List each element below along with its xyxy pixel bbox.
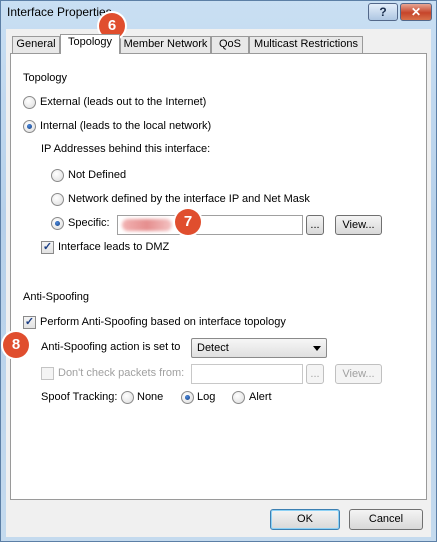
anti-spoofing-heading: Anti-Spoofing [23,291,90,303]
close-button[interactable]: ✕ [400,3,432,21]
tracking-log-label[interactable]: Log [197,391,215,403]
specific-network-field[interactable] [117,215,303,235]
dmz-checkbox[interactable]: ✓ [41,241,54,254]
not-defined-radio[interactable] [51,169,64,182]
window-title: Interface Properties [7,5,112,19]
tracking-alert-radio[interactable] [232,391,245,404]
tracking-log-radio[interactable] [181,391,194,404]
specific-radio[interactable] [51,217,64,230]
specific-label[interactable]: Specific: [68,217,110,229]
topology-tab-panel: Topology External (leads out to the Inte… [10,53,427,500]
tracking-alert-label[interactable]: Alert [249,391,272,403]
dmz-label[interactable]: Interface leads to DMZ [58,241,169,253]
dont-check-view-button[interactable]: View... [335,364,382,384]
title-bar[interactable]: Interface Properties ? ✕ [1,1,436,25]
specific-browse-button[interactable]: ... [306,215,324,235]
tracking-none-label[interactable]: None [137,391,163,403]
network-defined-label[interactable]: Network defined by the interface IP and … [68,193,310,205]
tab-multicast-restrictions[interactable]: Multicast Restrictions [249,36,363,53]
cancel-button[interactable]: Cancel [349,509,423,530]
not-defined-label[interactable]: Not Defined [68,169,126,181]
network-defined-radio[interactable] [51,193,64,206]
external-radio-label[interactable]: External (leads out to the Internet) [40,96,206,108]
tab-member-network[interactable]: Member Network [120,36,211,53]
dialog-window: Interface Properties ? ✕ General Topolog… [0,0,437,542]
anti-spoofing-divider [114,297,378,298]
tab-general[interactable]: General [12,36,60,53]
dialog-client-area: General Topology Member Network QoS Mult… [6,29,431,537]
internal-radio-label[interactable]: Internal (leads to the local network) [40,120,211,132]
help-button[interactable]: ? [368,3,398,21]
tab-qos[interactable]: QoS [211,36,249,53]
dont-check-label[interactable]: Don't check packets from: [58,367,184,379]
action-select-value: Detect [197,342,229,354]
callout-badge-7: 7 [175,209,201,235]
perform-anti-spoofing-checkbox[interactable]: ✓ [23,316,36,329]
topology-divider [99,78,319,79]
tab-topology[interactable]: Topology [60,34,120,54]
ip-addresses-heading: IP Addresses behind this interface: [41,143,211,155]
action-select[interactable]: Detect [191,338,327,358]
tracking-none-radio[interactable] [121,391,134,404]
dont-check-checkbox[interactable] [41,367,54,380]
internal-radio[interactable] [23,120,36,133]
perform-anti-spoofing-label[interactable]: Perform Anti-Spoofing based on interface… [40,316,286,328]
action-label: Anti-Spoofing action is set to [41,341,181,353]
topology-group-heading: Topology [23,72,68,84]
chevron-down-icon [313,346,321,351]
dont-check-browse-button[interactable]: ... [306,364,324,384]
dont-check-field[interactable] [191,364,303,384]
redacted-network-name [122,219,172,231]
specific-view-button[interactable]: View... [335,215,382,235]
ok-button[interactable]: OK [270,509,340,530]
callout-badge-8: 8 [3,332,29,358]
spoof-tracking-label: Spoof Tracking: [41,391,118,403]
external-radio[interactable] [23,96,36,109]
